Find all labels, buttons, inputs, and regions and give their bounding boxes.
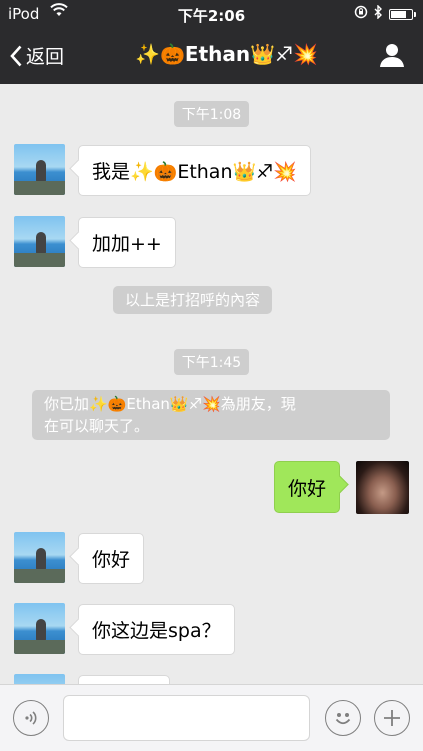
message-text: 你好 (92, 549, 131, 571)
message-input[interactable] (63, 695, 310, 741)
message-text: 你好 (288, 477, 327, 500)
message-bubble[interactable]: 加加++ (78, 217, 176, 268)
input-bar (0, 684, 423, 751)
timestamp: 下午1:08 (0, 101, 423, 127)
rotation-lock-icon (354, 5, 368, 23)
status-bar: iPod 下午2:06 (0, 0, 423, 28)
battery-icon (389, 8, 416, 20)
voice-icon (25, 711, 37, 725)
back-label: 返回 (26, 46, 65, 68)
bluetooth-icon (374, 4, 383, 23)
message-text: 你这边是spa？ (92, 620, 221, 642)
chat-messages[interactable]: 下午1:08 我是✨🎃Ethan👑♐💥 加加++ 以上是打招呼的內容 下午1:4… (0, 84, 423, 684)
person-icon (380, 44, 404, 67)
contact-avatar[interactable] (14, 216, 65, 267)
message-text: 我是✨🎃Ethan👑♐💥 (92, 161, 297, 183)
timestamp: 下午1:45 (0, 349, 423, 375)
plus-icon (384, 710, 400, 726)
voice-button[interactable] (13, 700, 49, 736)
message-text: 加加++ (92, 233, 162, 255)
message-bubble[interactable] (78, 675, 170, 684)
emoji-button[interactable] (325, 700, 361, 736)
contact-avatar[interactable] (14, 603, 65, 654)
chevron-left-icon (10, 45, 22, 66)
more-button[interactable] (374, 700, 410, 736)
my-avatar[interactable] (356, 461, 409, 514)
smiley-icon (335, 713, 351, 725)
system-notice: 你已加✨🎃Ethan👑♐💥為朋友，現 在可以聊天了。 (32, 390, 390, 440)
contact-avatar[interactable] (14, 674, 65, 684)
back-button[interactable]: 返回 (10, 42, 64, 69)
system-notice: 以上是打招呼的內容 (113, 286, 273, 314)
nav-bar: 返回 ✨🎃Ethan👑♐💥 (0, 28, 423, 84)
message-bubble[interactable]: 你这边是spa？ (78, 604, 235, 655)
contact-avatar[interactable] (14, 144, 65, 195)
contact-profile-button[interactable] (379, 42, 405, 72)
contact-avatar[interactable] (14, 532, 65, 583)
message-bubble[interactable]: 你好 (274, 461, 341, 513)
chat-title: ✨🎃Ethan👑♐💥 (135, 42, 318, 66)
message-bubble[interactable]: 你好 (78, 533, 145, 584)
message-bubble[interactable]: 我是✨🎃Ethan👑♐💥 (78, 145, 311, 196)
